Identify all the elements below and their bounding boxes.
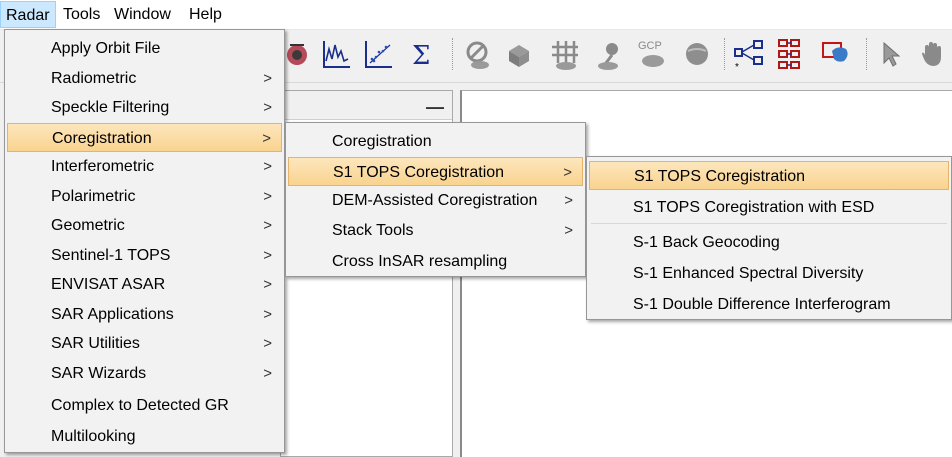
toolbar-separator [866, 38, 868, 70]
chevron-right-icon: > [564, 222, 573, 239]
menu-item-label: S-1 Double Difference Interferogram [633, 296, 891, 313]
menu-item-s1-tops-coregistration[interactable]: S1 TOPS Coregistration [589, 161, 949, 190]
menu-item-stack-tools[interactable]: Stack Tools > [288, 216, 583, 245]
menu-item-label: Coregistration [332, 133, 432, 150]
menu-item-label: Radiometric [51, 70, 137, 87]
chevron-right-icon: > [263, 306, 272, 323]
menu-item-s-1-double-difference-interferogram[interactable]: S-1 Double Difference Interferogram [589, 290, 949, 319]
graph-builder-icon[interactable]: * [732, 37, 766, 73]
chevron-right-icon: > [563, 164, 572, 181]
menu-item-label: Geometric [51, 217, 125, 234]
menu-item-multilooking[interactable]: Multilooking [7, 422, 282, 451]
menu-item-label: Coregistration [52, 130, 152, 147]
menu-tools[interactable]: Tools [58, 1, 105, 28]
chevron-right-icon: > [263, 335, 272, 352]
gcp-label: GCP [638, 40, 662, 52]
no-entry-icon[interactable] [460, 37, 494, 71]
menu-item-label: DEM-Assisted Coregistration [332, 192, 538, 209]
menu-item-dem-assisted-coregistration[interactable]: DEM-Assisted Coregistration > [288, 186, 583, 215]
globe-icon[interactable] [680, 37, 714, 71]
menu-item-label: S1 TOPS Coregistration [634, 168, 806, 185]
menu-item-label: S-1 Back Geocoding [633, 234, 780, 251]
menu-item-geometric[interactable]: Geometric > [7, 211, 282, 240]
menu-item-coregistration[interactable]: Coregistration [288, 127, 583, 156]
sum-icon[interactable]: Σ [406, 37, 440, 71]
pan-hand-icon[interactable] [916, 37, 950, 71]
menu-item-radiometric[interactable]: Radiometric > [7, 64, 282, 93]
menu-item-sar-utilities[interactable]: SAR Utilities > [7, 329, 282, 358]
menu-item-envisat-asar[interactable]: ENVISAT ASAR > [7, 270, 282, 299]
menu-item-label: SAR Applications [51, 306, 174, 323]
menu-item-sar-applications[interactable]: SAR Applications > [7, 300, 282, 329]
chevron-right-icon: > [564, 192, 573, 209]
chevron-right-icon: > [263, 276, 272, 293]
toolbar-separator [724, 38, 726, 70]
menu-item-label: S1 TOPS Coregistration with ESD [633, 199, 875, 216]
menu-item-label: ENVISAT ASAR [51, 276, 166, 293]
spectrum-plot-icon[interactable] [320, 37, 354, 71]
pin-icon[interactable] [592, 37, 626, 71]
chevron-right-icon: > [263, 217, 272, 234]
chevron-right-icon: > [263, 99, 272, 116]
svg-text:*: * [735, 62, 739, 71]
menu-item-coregistration[interactable]: Coregistration > [7, 123, 282, 152]
menu-item-label: Stack Tools [332, 222, 414, 239]
coregistration-submenu: Coregistration S1 TOPS Coregistration > DEM… [285, 122, 586, 277]
grid-icon[interactable] [548, 37, 582, 71]
menu-item-label: Cross InSAR resampling [332, 253, 508, 270]
batch-processing-icon[interactable] [776, 37, 810, 71]
menu-item-s1-tops-coregistration[interactable]: S1 TOPS Coregistration > [288, 157, 583, 186]
menu-item-complex-to-detected-gr[interactable]: Complex to Detected GR [7, 391, 282, 420]
chevron-right-icon: > [263, 365, 272, 382]
gcp-icon[interactable]: GCP [636, 37, 670, 71]
radar-sat-icon[interactable] [281, 37, 315, 71]
scatter-plot-icon[interactable] [362, 37, 396, 71]
menu-item-label: S-1 Enhanced Spectral Diversity [633, 265, 864, 282]
menu-item-label: Multilooking [51, 428, 136, 445]
menu-item-label: Polarimetric [51, 188, 136, 205]
menu-item-apply-orbit-file[interactable]: Apply Orbit File [7, 34, 282, 63]
menu-item-label: SAR Utilities [51, 335, 140, 352]
menu-item-label: Speckle Filtering [51, 99, 170, 116]
minimize-icon[interactable]: — [426, 97, 444, 118]
s1-tops-coregistration-submenu: S1 TOPS Coregistration S1 TOPS Coregistra… [586, 156, 952, 320]
menu-bar: Radar Tools Window Help [0, 0, 952, 30]
menu-item-label: Complex to Detected GR [51, 397, 229, 414]
menu-item-cross-insar-resampling[interactable]: Cross InSAR resampling [288, 247, 583, 276]
menu-item-s1-tops-coregistration-with-esd[interactable]: S1 TOPS Coregistration with ESD [589, 193, 949, 222]
cube-open-icon[interactable] [503, 37, 537, 71]
panel-header: — [281, 91, 452, 120]
world-map-icon[interactable] [820, 37, 854, 71]
menu-item-polarimetric[interactable]: Polarimetric > [7, 182, 282, 211]
chevron-right-icon: > [263, 70, 272, 87]
svg-text:Σ: Σ [412, 41, 430, 71]
menu-help[interactable]: Help [184, 1, 227, 28]
menu-item-interferometric[interactable]: Interferometric > [7, 152, 282, 181]
chevron-right-icon: > [263, 247, 272, 264]
menu-item-sentinel-1-tops[interactable]: Sentinel-1 TOPS > [7, 241, 282, 270]
chevron-right-icon: > [263, 158, 272, 175]
menu-window[interactable]: Window [109, 1, 176, 28]
menu-item-s-1-enhanced-spectral-diversity[interactable]: S-1 Enhanced Spectral Diversity [589, 259, 949, 288]
menu-item-label: S1 TOPS Coregistration [333, 164, 505, 181]
menu-item-speckle-filtering[interactable]: Speckle Filtering > [7, 93, 282, 122]
pointer-icon[interactable] [874, 37, 908, 71]
chevron-right-icon: > [262, 130, 271, 147]
menu-item-sar-wizards[interactable]: SAR Wizards > [7, 359, 282, 388]
menu-item-label: SAR Wizards [51, 365, 147, 382]
menu-item-label: Interferometric [51, 158, 155, 175]
radar-menu: Apply Orbit File Radiometric > Speckle Filt… [4, 29, 285, 453]
menu-item-label: Apply Orbit File [51, 40, 161, 57]
chevron-right-icon: > [263, 188, 272, 205]
menu-radar[interactable]: Radar [0, 1, 56, 28]
menu-item-label: Sentinel-1 TOPS [51, 247, 171, 264]
toolbar-separator [452, 38, 454, 70]
menu-item-s-1-back-geocoding[interactable]: S-1 Back Geocoding [589, 228, 949, 257]
menu-separator [591, 223, 947, 224]
